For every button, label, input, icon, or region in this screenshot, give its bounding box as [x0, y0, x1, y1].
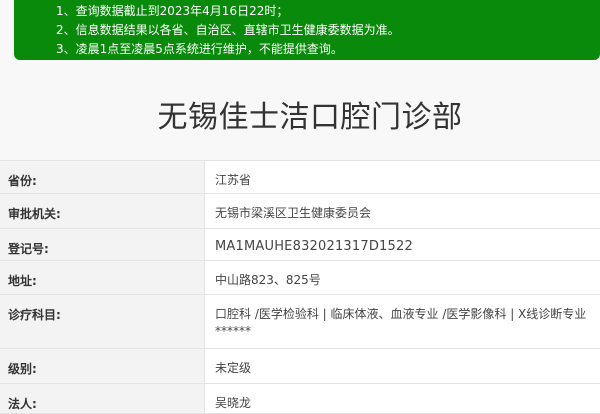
info-row-approval-authority: 审批机关: 无锡市梁溪区卫生健康委员会: [0, 194, 600, 229]
level-label: 级别:: [0, 349, 205, 383]
info-row-address: 地址: 中山路823、825号: [0, 261, 600, 295]
departments-value-line2: ******: [215, 324, 251, 338]
info-row-province: 省份: 江苏省: [0, 161, 600, 194]
notice-line-2: 2、信息数据结果以各省、自治区、直辖市卫生健康委数据为准。: [56, 23, 400, 37]
registration-no-label: 登记号:: [0, 229, 205, 260]
notice-line-1: 1、查询数据截止到2023年4月16日22时；: [56, 4, 289, 18]
info-row-registration-no: 登记号: MA1MAUHE832021317D1522: [0, 229, 600, 261]
registration-no-value: MA1MAUHE832021317D1522: [205, 229, 600, 260]
province-value: 江苏省: [205, 161, 600, 193]
level-value: 未定级: [205, 349, 600, 383]
legal-person-label: 法人:: [0, 384, 205, 413]
approval-authority-value: 无锡市梁溪区卫生健康委员会: [205, 194, 600, 228]
page-title: 无锡佳士洁口腔门诊部: [157, 100, 463, 135]
address-label: 地址:: [0, 261, 205, 294]
info-table: 省份: 江苏省 审批机关: 无锡市梁溪区卫生健康委员会 登记号: MA1MAUH…: [0, 160, 600, 414]
address-value: 中山路823、825号: [205, 261, 600, 294]
province-label: 省份:: [0, 161, 205, 193]
legal-person-value: 吴晓龙: [205, 384, 600, 413]
info-row-departments: 诊疗科目: 口腔科 /医学检验科 | 临床体液、血液专业 /医学影像科 | X线…: [0, 295, 600, 349]
departments-value-line1: 口腔科 /医学检验科 | 临床体液、血液专业 /医学影像科 | X线诊断专业: [215, 307, 587, 321]
departments-label: 诊疗科目:: [0, 295, 205, 348]
info-row-level: 级别: 未定级: [0, 349, 600, 384]
info-row-legal-person: 法人: 吴晓龙: [0, 384, 600, 414]
approval-authority-label: 审批机关:: [0, 194, 205, 228]
departments-value: 口腔科 /医学检验科 | 临床体液、血液专业 /医学影像科 | X线诊断专业 *…: [205, 295, 600, 348]
notice-line-3: 3、凌晨1点至凌晨5点系统进行维护，不能提供查询。: [56, 42, 343, 56]
notice-banner: 1、查询数据截止到2023年4月16日22时； 2、信息数据结果以各省、自治区、…: [14, 0, 600, 60]
